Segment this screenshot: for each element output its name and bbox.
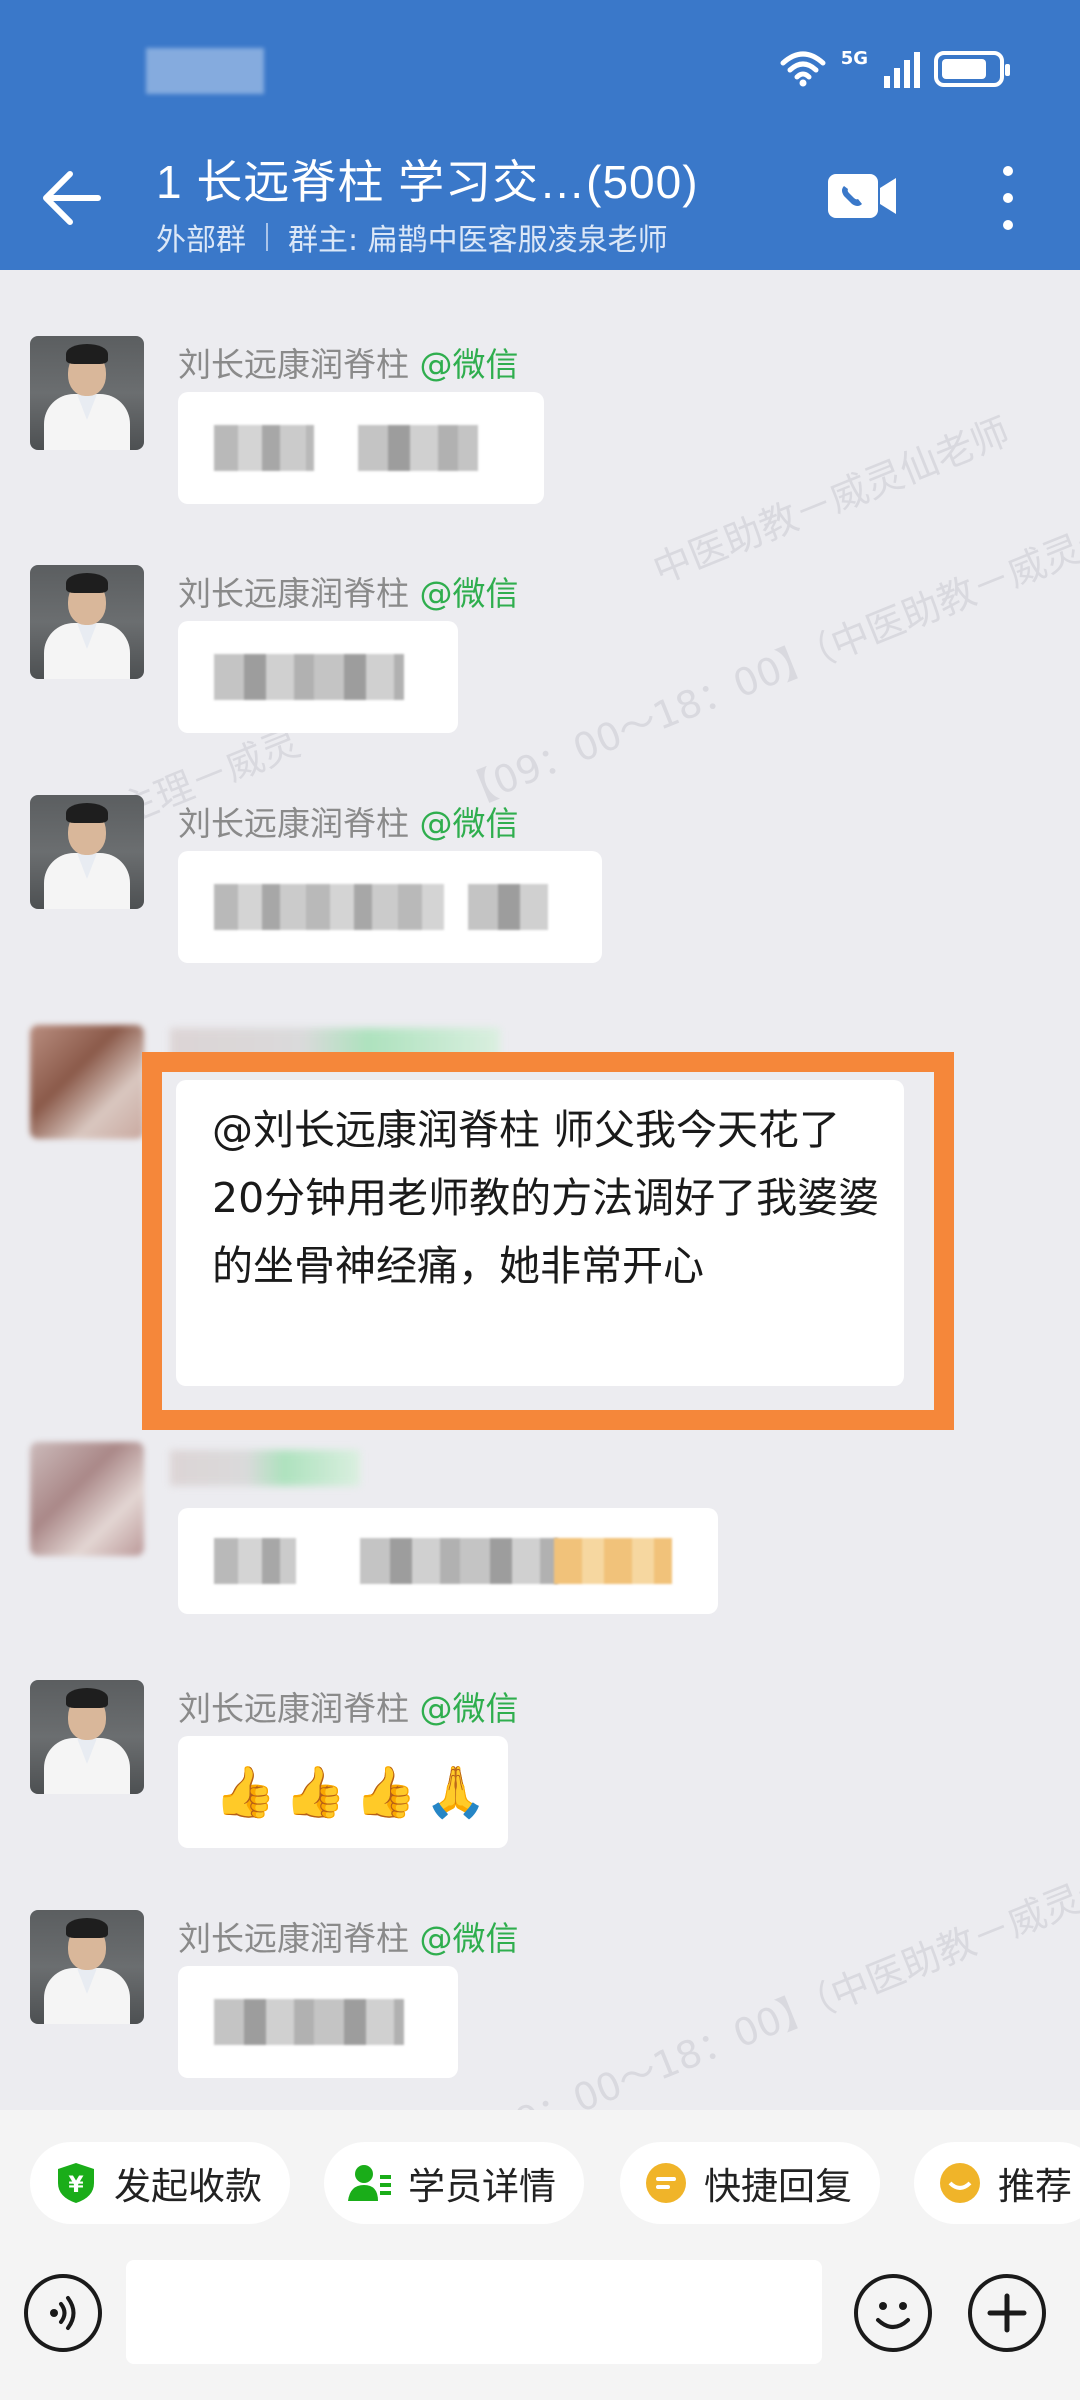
collect-payment-label: 发起收款 <box>114 2165 262 2208</box>
quick-reply-button[interactable]: 快捷回复 <box>620 2142 880 2224</box>
signal-icon <box>884 50 920 88</box>
group-type: 外部群 <box>156 223 246 258</box>
emoji-reaction: 👍 👍 👍 🙏 <box>214 1762 487 1822</box>
wifi-icon <box>780 51 826 87</box>
chat-screen: 5G 1 长远脊柱 学习交…(500) 外部群 群主: 扁鹊中医客服凌泉老师 中… <box>0 0 1080 2400</box>
add-more-button[interactable] <box>968 2274 1046 2352</box>
quick-reply-label: 快捷回复 <box>704 2165 852 2208</box>
input-bar <box>0 2250 1080 2400</box>
quick-reply-icon <box>644 2161 688 2205</box>
recommend-label: 推荐 <box>998 2165 1072 2208</box>
avatar[interactable] <box>30 1680 144 1794</box>
message-bubble-blurred[interactable] <box>178 851 602 963</box>
message-bubble-blurred[interactable] <box>178 392 544 504</box>
voice-input-button[interactable] <box>24 2274 102 2352</box>
network-type: 5G <box>840 48 868 69</box>
battery-icon <box>934 51 1010 87</box>
group-title[interactable]: 1 长远脊柱 学习交…(500) <box>156 146 699 212</box>
subtitle-divider <box>266 223 268 251</box>
sender-name: 刘长远康润脊柱 @微信 <box>178 1919 519 1958</box>
avatar[interactable] <box>30 336 144 450</box>
collect-payment-button[interactable]: ¥ 发起收款 <box>30 2142 290 2224</box>
svg-text:¥: ¥ <box>68 2173 84 2198</box>
group-subtitle: 外部群 群主: 扁鹊中医客服凌泉老师 <box>156 215 668 259</box>
recommend-icon <box>938 2161 982 2205</box>
thumbs-up-icon: 👍 <box>214 1763 277 1821</box>
pray-hands-icon: 🙏 <box>424 1763 488 1821</box>
sender-name: 刘长远康润脊柱 @微信 <box>178 574 519 613</box>
highlight-annotation <box>142 1052 954 1430</box>
group-owner: 群主: 扁鹊中医客服凌泉老师 <box>288 223 668 258</box>
app-header: 5G 1 长远脊柱 学习交…(500) 外部群 群主: 扁鹊中医客服凌泉老师 <box>0 0 1080 270</box>
recommend-button[interactable]: 推荐 <box>914 2142 1080 2224</box>
avatar[interactable] <box>30 1910 144 2024</box>
user-list-icon <box>348 2161 392 2205</box>
message-bubble-blurred[interactable] <box>178 1966 458 2078</box>
status-time-blurred <box>146 48 264 94</box>
thumbs-up-icon: 👍 <box>284 1763 347 1821</box>
message-bubble-blurred[interactable] <box>178 1508 718 1614</box>
yen-shield-icon: ¥ <box>54 2161 98 2205</box>
message-input[interactable] <box>126 2260 822 2364</box>
more-options-button[interactable] <box>990 166 1026 230</box>
sender-name: 刘长远康润脊柱 @微信 <box>178 1689 519 1728</box>
watermark: 中医助教－威灵仙老师 <box>646 409 1016 593</box>
back-arrow-icon[interactable] <box>36 166 106 230</box>
watermark: 【09：00～18：00】（中医助教－威灵仙老师 <box>451 483 1080 818</box>
message-bubble-blurred[interactable] <box>178 621 458 733</box>
quick-action-bar: ¥ 发起收款 学员详情 快捷回复 推荐 <box>0 2110 1080 2250</box>
voice-icon <box>50 2296 76 2330</box>
avatar[interactable] <box>30 1025 144 1139</box>
sender-name: 刘长远康润脊柱 @微信 <box>178 804 519 843</box>
smiley-icon <box>876 2302 910 2329</box>
video-call-icon[interactable] <box>826 170 898 222</box>
thumbs-up-icon: 👍 <box>354 1763 417 1821</box>
sender-name: 刘长远康润脊柱 @微信 <box>178 345 519 384</box>
student-details-button[interactable]: 学员详情 <box>324 2142 584 2224</box>
emoji-button[interactable] <box>854 2274 932 2352</box>
avatar[interactable] <box>30 1442 144 1556</box>
avatar[interactable] <box>30 565 144 679</box>
plus-icon <box>987 2293 1027 2333</box>
student-details-label: 学员详情 <box>408 2165 556 2208</box>
avatar[interactable] <box>30 795 144 909</box>
status-icons: 5G <box>779 48 1010 88</box>
sender-name-blurred <box>170 1450 360 1486</box>
